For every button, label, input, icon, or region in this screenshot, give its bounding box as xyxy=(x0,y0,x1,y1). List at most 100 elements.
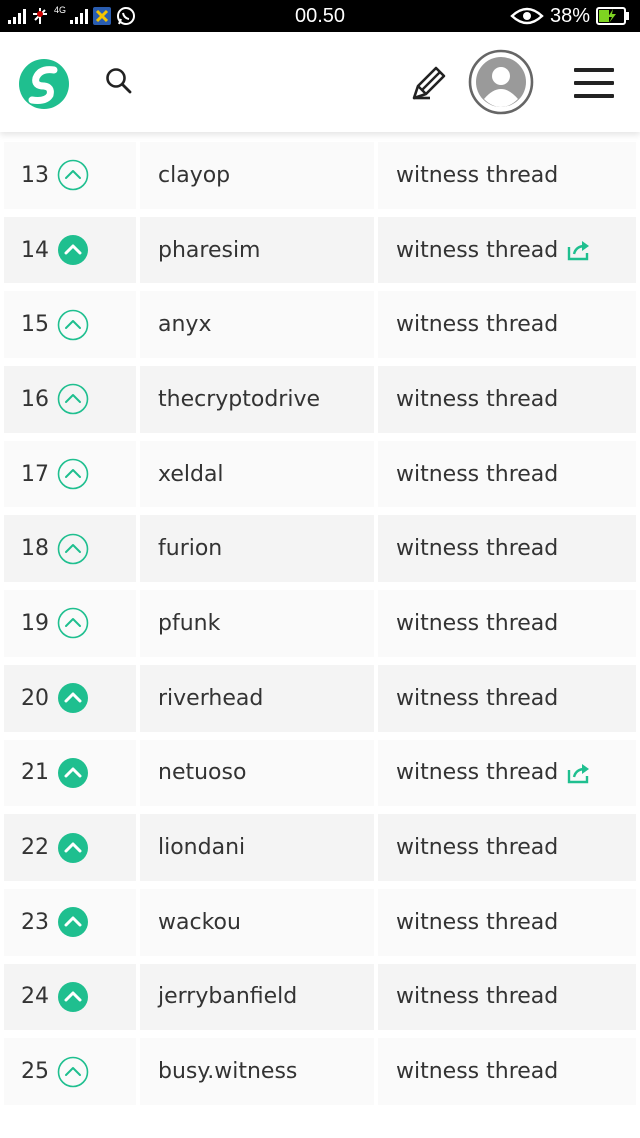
witness-name-link[interactable]: anyx xyxy=(158,312,211,337)
rank-cell: 23 xyxy=(4,888,136,956)
rank-number: 13 xyxy=(21,162,49,188)
witness-thread-link[interactable]: witness thread xyxy=(396,984,558,1009)
upvote-active-icon[interactable] xyxy=(57,906,89,938)
upvote-icon[interactable] xyxy=(57,458,89,490)
external-link-icon[interactable] xyxy=(566,762,592,784)
rank-number: 18 xyxy=(21,536,49,562)
witness-name-cell: riverhead xyxy=(140,664,374,732)
upvote-icon[interactable] xyxy=(57,607,89,639)
rank-number: 23 xyxy=(21,909,49,935)
witness-name-cell: busy.witness xyxy=(140,1038,374,1105)
witness-thread-link[interactable]: witness thread xyxy=(396,312,558,337)
witness-thread-cell: witness thread xyxy=(378,291,636,359)
witness-row: 24 jerrybanfield witness thread xyxy=(0,960,640,1035)
witness-name-link[interactable]: clayop xyxy=(158,163,230,188)
witness-name-link[interactable]: xeldal xyxy=(158,462,224,487)
witness-name-link[interactable]: wackou xyxy=(158,910,241,935)
witness-name-link[interactable]: jerrybanfield xyxy=(158,984,297,1009)
witness-thread-cell: witness thread xyxy=(378,963,636,1031)
witness-thread-link[interactable]: witness thread xyxy=(396,835,558,860)
upvote-icon[interactable] xyxy=(57,159,89,191)
upvote-icon[interactable] xyxy=(57,309,89,341)
rank-cell: 18 xyxy=(4,515,136,583)
upvote-icon[interactable] xyxy=(57,383,89,415)
witness-thread-link[interactable]: witness thread xyxy=(396,910,558,935)
witness-row: 16 thecryptodrive witness thread xyxy=(0,362,640,437)
witness-thread-cell: witness thread xyxy=(378,590,636,657)
witness-thread-link[interactable]: witness thread xyxy=(396,1059,558,1084)
witness-name-cell: thecryptodrive xyxy=(140,366,374,433)
witness-name-cell: pfunk xyxy=(140,590,374,657)
witness-row: 13 clayop witness thread xyxy=(0,138,640,213)
witness-thread-link[interactable]: witness thread xyxy=(396,163,558,188)
witness-name-cell: anyx xyxy=(140,291,374,359)
witness-name-link[interactable]: busy.witness xyxy=(158,1059,297,1084)
witness-name-cell: netuoso xyxy=(140,739,374,807)
witness-name-link[interactable]: furion xyxy=(158,536,222,561)
witness-thread-link[interactable]: witness thread xyxy=(396,387,558,412)
witness-thread-cell: witness thread xyxy=(378,1038,636,1105)
battery-charging-icon xyxy=(596,7,629,25)
witness-row: 20 riverhead witness thread xyxy=(0,661,640,736)
witness-row: 21 netuoso witness thread xyxy=(0,736,640,811)
witness-name-link[interactable]: pfunk xyxy=(158,611,220,636)
witness-name-link[interactable]: netuoso xyxy=(158,760,246,785)
witness-name-link[interactable]: liondani xyxy=(158,835,245,860)
witness-name-cell: pharesim xyxy=(140,216,374,284)
witness-thread-cell: witness thread xyxy=(378,739,636,807)
upvote-active-icon[interactable] xyxy=(57,234,89,266)
eye-icon xyxy=(510,7,544,25)
rank-number: 24 xyxy=(21,984,49,1010)
witness-thread-link[interactable]: witness thread xyxy=(396,238,558,263)
witness-row: 19 pfunk witness thread xyxy=(0,586,640,661)
user-avatar-icon[interactable] xyxy=(468,49,534,115)
status-bar: 4G 00.50 38% xyxy=(0,0,640,32)
witness-thread-cell: witness thread xyxy=(378,142,636,209)
battery-percent: 38% xyxy=(549,4,590,27)
witness-name-link[interactable]: thecryptodrive xyxy=(158,387,320,412)
witness-row: 22 liondani witness thread xyxy=(0,810,640,885)
rank-cell: 22 xyxy=(4,814,136,881)
witness-thread-cell: witness thread xyxy=(378,888,636,956)
external-link-icon[interactable] xyxy=(566,239,592,261)
rank-number: 22 xyxy=(21,835,49,861)
witness-thread-link[interactable]: witness thread xyxy=(396,462,558,487)
rank-cell: 16 xyxy=(4,366,136,433)
witness-row: 14 pharesim witness thread xyxy=(0,213,640,288)
rank-cell: 13 xyxy=(4,142,136,209)
upvote-active-icon[interactable] xyxy=(57,981,89,1013)
witness-thread-link[interactable]: witness thread xyxy=(396,611,558,636)
witness-thread-cell: witness thread xyxy=(378,216,636,284)
status-right-icons: 38% xyxy=(510,4,630,28)
rank-cell: 21 xyxy=(4,739,136,807)
witness-thread-link[interactable]: witness thread xyxy=(396,686,558,711)
witness-name-link[interactable]: pharesim xyxy=(158,238,261,263)
witness-row: 18 furion witness thread xyxy=(0,511,640,586)
rank-number: 19 xyxy=(21,610,49,636)
search-icon[interactable] xyxy=(104,66,134,96)
witness-thread-link[interactable]: witness thread xyxy=(396,760,558,785)
upvote-icon[interactable] xyxy=(57,1056,89,1088)
upvote-active-icon[interactable] xyxy=(57,832,89,864)
witness-thread-link[interactable]: witness thread xyxy=(396,536,558,561)
witness-row: 25 busy.witness witness thread xyxy=(0,1034,640,1109)
witness-name-link[interactable]: riverhead xyxy=(158,686,263,711)
rank-number: 25 xyxy=(21,1059,49,1085)
pencil-icon[interactable] xyxy=(408,62,450,104)
witness-name-cell: wackou xyxy=(140,888,374,956)
rank-number: 17 xyxy=(21,461,49,487)
hamburger-menu-icon[interactable] xyxy=(574,66,614,100)
witness-thread-cell: witness thread xyxy=(378,440,636,508)
steemit-logo-icon[interactable] xyxy=(16,56,72,112)
rank-number: 21 xyxy=(21,760,49,786)
witness-thread-cell: witness thread xyxy=(378,366,636,433)
witness-thread-cell: witness thread xyxy=(378,664,636,732)
rank-cell: 14 xyxy=(4,216,136,284)
rank-cell: 19 xyxy=(4,590,136,657)
rank-cell: 17 xyxy=(4,440,136,508)
rank-cell: 24 xyxy=(4,963,136,1031)
upvote-active-icon[interactable] xyxy=(57,682,89,714)
upvote-active-icon[interactable] xyxy=(57,757,89,789)
upvote-icon[interactable] xyxy=(57,533,89,565)
witness-name-cell: clayop xyxy=(140,142,374,209)
